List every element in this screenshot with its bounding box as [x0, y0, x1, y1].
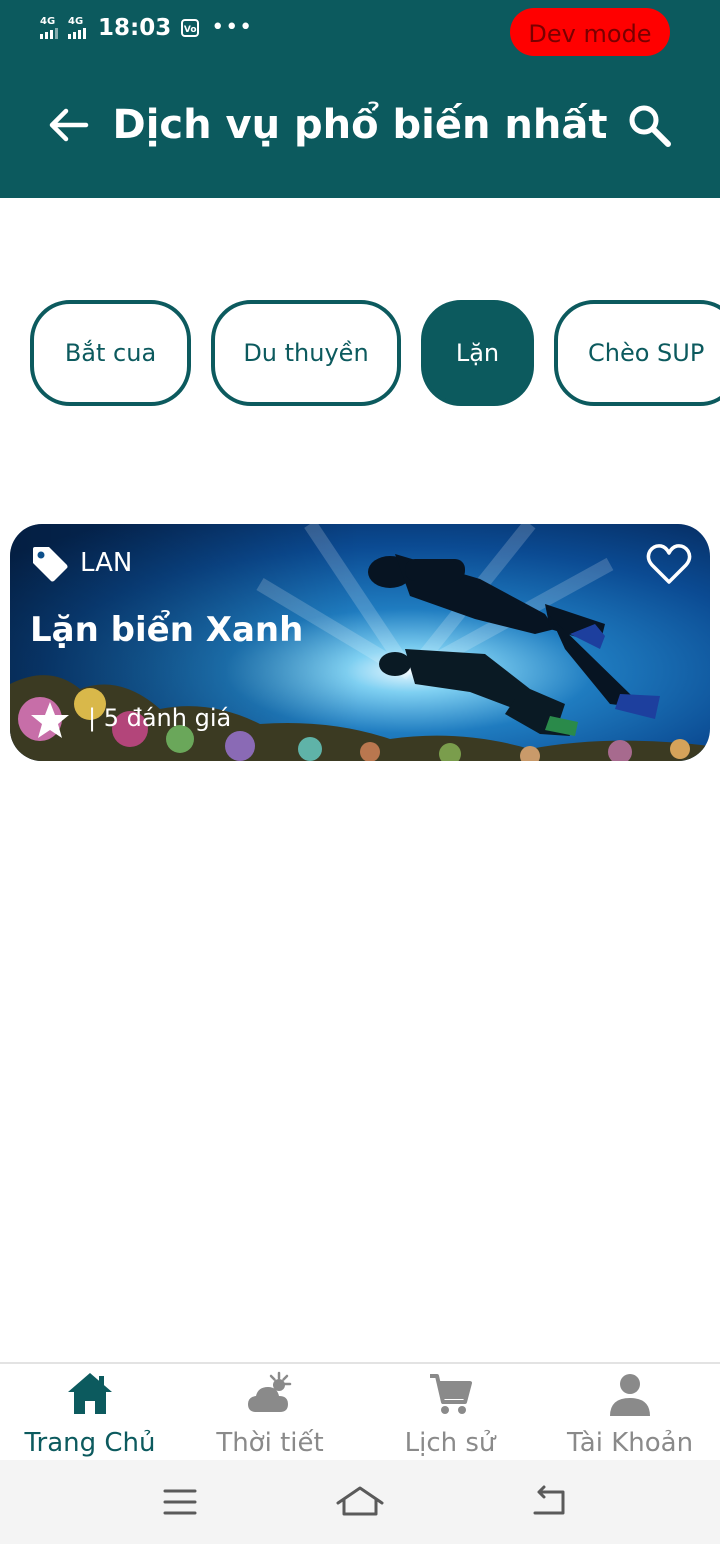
chip-cheo-sup[interactable]: Chèo SUP [554, 300, 720, 406]
chip-bat-cua[interactable]: Bắt cua [30, 300, 191, 406]
system-navigation-bar [0, 1460, 720, 1544]
dev-mode-badge[interactable]: Dev mode [510, 8, 670, 56]
nav-label: Lịch sử [404, 1428, 496, 1458]
chip-label: Chèo SUP [588, 339, 705, 367]
bottom-navigation: Trang Chủ Thời tiết Lịch sử Tài Khoản [0, 1362, 720, 1462]
signal-1-label: 4G [40, 16, 56, 27]
nav-history[interactable]: Lịch sử [360, 1364, 540, 1462]
back-button-icon[interactable] [525, 1478, 575, 1526]
home-icon [68, 1373, 112, 1414]
menu-icon[interactable] [155, 1478, 205, 1526]
nav-weather[interactable]: Thời tiết [180, 1364, 360, 1462]
signal-1: 4G [40, 17, 58, 39]
nav-home[interactable]: Trang Chủ [0, 1364, 180, 1462]
home-button-icon[interactable] [335, 1478, 385, 1526]
signal-2-label: 4G [68, 16, 84, 27]
status-bar: 4G 4G 18:03 Vo ••• [40, 12, 253, 44]
signal-bars-icon [68, 27, 86, 39]
nav-label: Tài Khoản [566, 1428, 694, 1458]
more-notifications-icon: ••• [211, 15, 254, 40]
nav-account[interactable]: Tài Khoản [540, 1364, 720, 1462]
volte-icon: Vo [181, 19, 200, 37]
account-icon [610, 1374, 650, 1416]
weather-icon [248, 1371, 292, 1412]
signal-2: 4G [68, 17, 86, 39]
chip-label: Bắt cua [64, 339, 157, 367]
chip-label: Lặn [455, 339, 500, 367]
heart-outline-icon[interactable] [646, 542, 692, 586]
star-icon [31, 702, 69, 738]
app-header: 4G 4G 18:03 Vo ••• Dev mode Dịch vụ phổ … [0, 0, 720, 198]
search-icon[interactable] [624, 100, 676, 152]
tag-icon [33, 547, 68, 582]
service-tag: LAN [80, 548, 133, 578]
review-count: | 5 đánh giá [88, 704, 232, 732]
page-title: Dịch vụ phổ biến nhất [112, 102, 608, 148]
signal-bars-icon [40, 27, 58, 39]
status-time: 18:03 [98, 15, 172, 41]
chip-lan[interactable]: Lặn [421, 300, 534, 406]
service-title: Lặn biển Xanh [30, 610, 304, 650]
service-card[interactable]: LAN Lặn biển Xanh | 5 đánh giá [10, 524, 710, 761]
nav-label: Thời tiết [216, 1428, 324, 1458]
nav-label: Trang Chủ [24, 1428, 156, 1458]
cart-icon [430, 1374, 472, 1414]
chip-du-thuyen[interactable]: Du thuyền [211, 300, 401, 406]
chip-label: Du thuyền [243, 339, 369, 367]
